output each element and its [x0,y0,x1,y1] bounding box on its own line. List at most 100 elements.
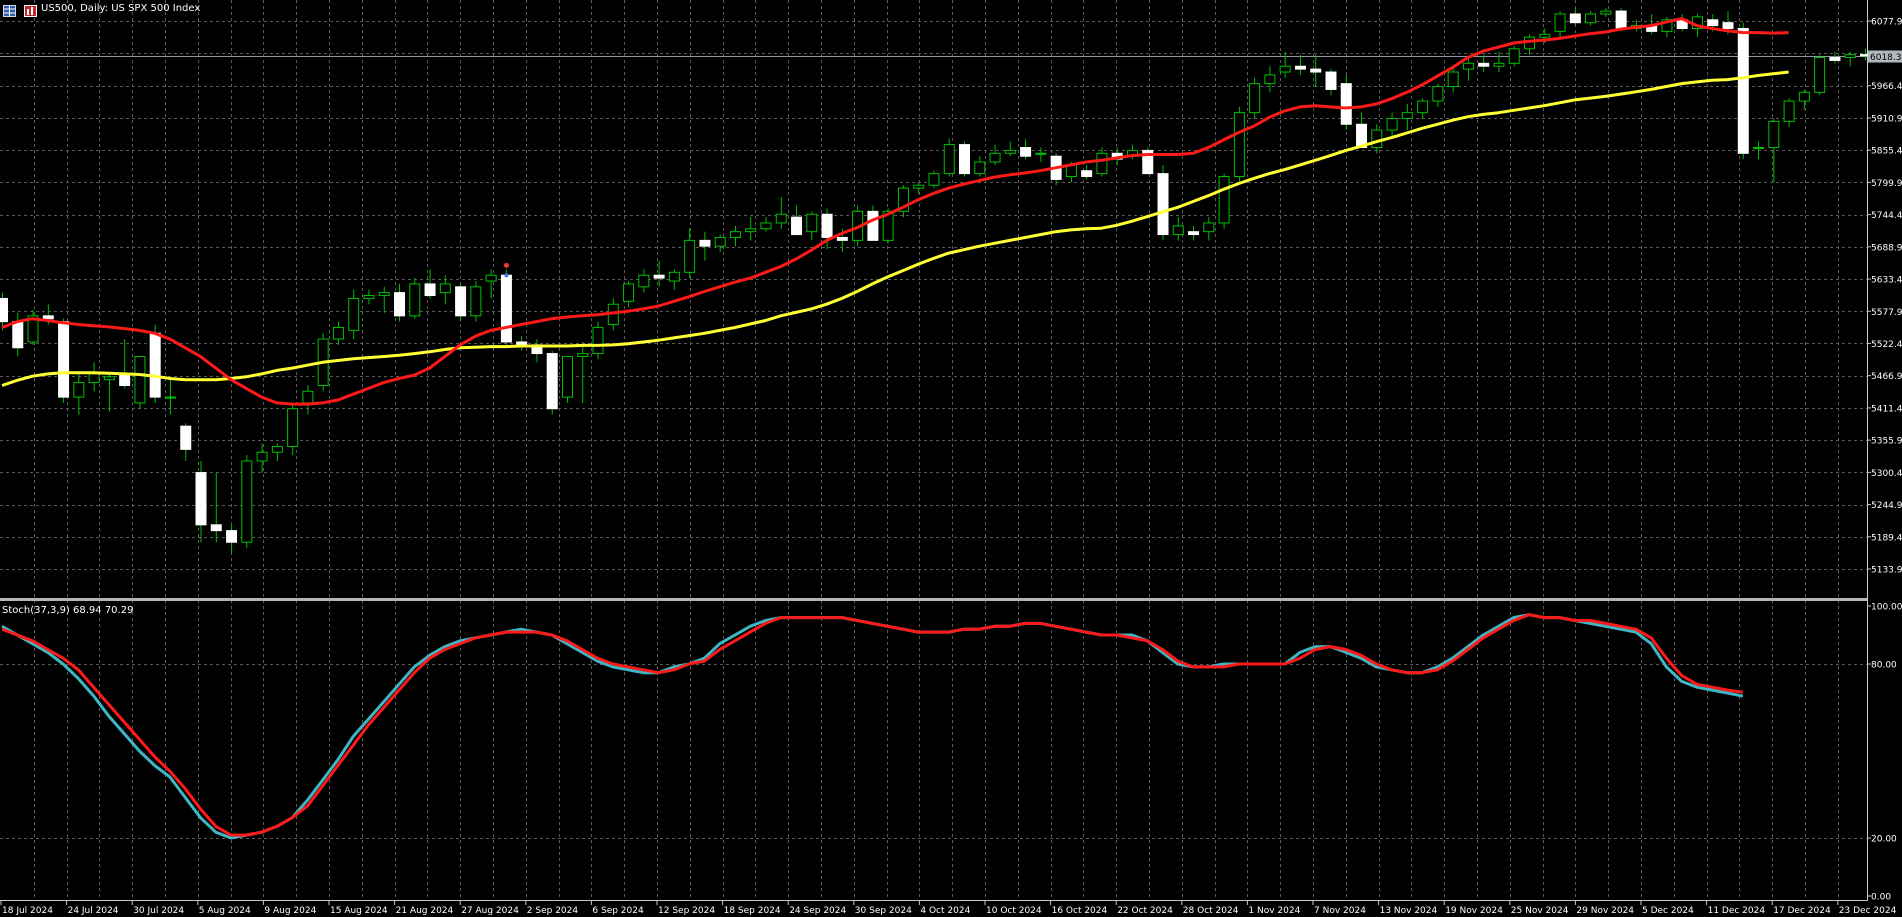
candle-body [58,321,70,398]
candle-body [745,228,757,233]
price-tick-label: 5300.4 [1871,469,1902,479]
chart-window-icon [24,2,37,17]
candle-body [516,341,528,346]
candle-body [226,530,238,543]
price-tick-label: 5133.9 [1871,566,1902,576]
chart-title: US500, Daily: US SPX 500 Index [41,3,201,14]
price-tick-label: 5577.9 [1871,308,1902,318]
price-tick-label: 5910.9 [1871,114,1902,124]
candle-body [1035,152,1047,155]
candle-body [378,292,390,297]
price-tick-label: 5966.4 [1871,82,1902,92]
candle-body [210,524,222,532]
time-tick-label: 19 Nov 2024 [1445,906,1503,916]
price-tick-label: 5855.4 [1871,147,1902,157]
candle-body [1157,173,1169,236]
price-tick-label: 5799.9 [1871,179,1902,189]
candle-body [1798,91,1810,102]
time-tick-label: 1 Nov 2024 [1248,906,1300,916]
price-tick-label: 5355.9 [1871,437,1902,447]
candle-body [195,472,207,526]
candle-body [561,355,573,398]
candle-body [974,161,986,175]
time-tick-label: 18 Jul 2024 [2,906,53,916]
time-tick-label: 24 Jul 2024 [68,906,119,916]
candle-body [1462,62,1474,70]
candle-body [1249,83,1261,114]
chart-area[interactable]: 6077.96022.15966.45910.95855.45799.95744… [0,0,1902,917]
candle-body [1707,19,1719,27]
candle-body [1264,74,1276,85]
candle-body [1722,22,1734,29]
time-tick-label: 18 Sep 2024 [724,906,781,916]
candle-body [88,373,100,384]
candle-body [836,236,848,241]
candle-body [1340,83,1352,125]
candle-body [164,396,176,399]
candle-body [0,297,8,323]
time-tick-label: 16 Oct 2024 [1052,906,1108,916]
candle-body [653,274,665,279]
candle-body [149,332,161,398]
candle-body [1768,120,1780,148]
osc-tick-label: 20.00 [1871,835,1897,845]
candle-body [1386,117,1398,131]
candle-body [103,376,115,381]
candle-body [241,460,253,543]
candle-body [913,184,925,189]
candle-body [12,321,24,349]
candle-body [638,274,650,288]
candle-body [791,216,803,236]
candle-body [1020,146,1032,157]
candle-body [867,210,879,241]
candle-body [1783,100,1795,122]
price-tick-label: 5244.9 [1871,501,1902,511]
price-tick-label: 6077.9 [1871,18,1902,28]
time-tick-label: 12 Sep 2024 [658,906,715,916]
candle-body [1096,152,1108,175]
candle-body [928,173,940,186]
osc-tick-label: 0.00 [1871,893,1891,903]
candle-body [1753,146,1765,149]
current-price-label: 6018.3 [1870,53,1902,63]
candle-body [1325,71,1337,90]
time-tick-label: 21 Aug 2024 [396,906,454,916]
time-tick-label: 10 Oct 2024 [986,906,1042,916]
sell-marker [503,262,509,268]
candle-body [684,239,696,273]
candle-body [134,355,146,404]
candle-body [821,213,833,238]
candle-body [1310,68,1322,73]
candle-body [668,271,680,282]
candle-body [1447,71,1459,88]
time-tick-label: 17 Dec 2024 [1773,906,1831,916]
candle-body [1371,129,1383,148]
time-tick-label: 5 Aug 2024 [199,906,251,916]
candle-body [623,283,635,302]
candle-body [256,451,268,462]
candle-body [1432,86,1444,102]
price-tick-label: 5688.9 [1871,243,1902,253]
osc-tick-label: 100.00 [1871,603,1902,613]
candle-body [363,295,375,299]
candle-body [1829,57,1841,61]
candle-body [943,144,955,175]
candle-body [271,445,283,453]
candle-body [592,326,604,355]
candle-body [73,382,85,398]
candle-body [500,274,512,343]
stochastic-label: Stoch(37,3,9) 68.94 70.29 [2,605,134,616]
price-tick-label: 5466.9 [1871,372,1902,382]
candle-body [1294,65,1306,70]
price-tick-label: 5744.4 [1871,211,1902,221]
price-tick-label: 5189.4 [1871,533,1902,543]
osc-tick-label: 80.00 [1871,661,1897,671]
candle-body [119,373,131,387]
candle-body [1188,231,1200,236]
candle-body [1814,57,1826,93]
candle-body [1233,112,1245,178]
candle-body [409,283,421,317]
candle-body [1508,48,1520,64]
time-tick-label: 15 Aug 2024 [330,906,388,916]
time-tick-label: 6 Sep 2024 [592,906,644,916]
